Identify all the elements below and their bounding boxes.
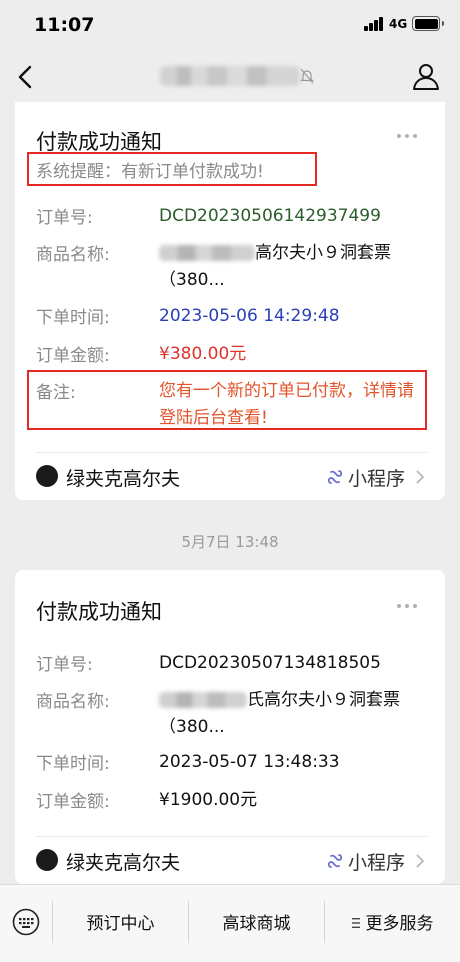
order-number-label: 订单号: xyxy=(36,208,93,228)
mini-program-icon xyxy=(327,854,343,868)
mini-program-label: 小程序 xyxy=(347,852,405,874)
order-number-value: DCD20230507134818505 xyxy=(159,653,381,673)
divider xyxy=(36,836,427,837)
product-name-label: 商品名称: xyxy=(36,245,110,265)
order-amount-value: ¥1900.00元 xyxy=(159,790,258,810)
bottom-menu-bar: 预订中心 高球商城 更多服务 xyxy=(0,884,460,962)
product-name-value: 氏高尔夫小９洞套票 （380... xyxy=(159,687,427,741)
menu-golf-mall[interactable]: 高球商城 xyxy=(189,909,324,934)
product-name-blurred xyxy=(159,245,255,261)
order-amount-label: 订单金额: xyxy=(36,792,110,812)
keyboard-icon[interactable] xyxy=(12,908,40,936)
product-name-label: 商品名称: xyxy=(36,692,110,712)
brand-logo-icon xyxy=(36,849,58,871)
network-label: 4G xyxy=(389,17,408,31)
more-icon[interactable] xyxy=(397,604,421,610)
product-name-line1: 氏高尔夫小９洞套票 xyxy=(247,690,400,710)
mini-program-footer[interactable]: 绿夹克高尔夫 小程序 xyxy=(36,462,427,492)
remark-value: 您有一个新的订单已付款，详情请登陆后台查看! xyxy=(159,381,414,428)
mini-program-footer[interactable]: 绿夹克高尔夫 小程序 xyxy=(36,846,427,876)
order-number-value: DCD20230506142937499 xyxy=(159,206,381,226)
menu-booking-center[interactable]: 预订中心 xyxy=(53,909,188,934)
card-title: 付款成功通知 xyxy=(36,600,162,624)
payment-notification-card[interactable]: 付款成功通知 订单号: DCD20230507134818505 商品名称: 氏… xyxy=(15,570,445,884)
order-time-label: 下单时间: xyxy=(36,754,110,774)
status-bar: 11:07 4G xyxy=(0,0,460,52)
chevron-right-icon xyxy=(416,470,425,484)
mini-program-label: 小程序 xyxy=(347,468,405,490)
profile-icon[interactable] xyxy=(412,62,440,90)
status-time: 11:07 xyxy=(34,14,95,36)
order-amount-value: ¥380.00元 xyxy=(159,344,247,364)
brand-name: 绿夹克高尔夫 xyxy=(66,852,181,874)
nav-bar xyxy=(0,52,460,102)
product-name-line2: （380... xyxy=(159,717,225,737)
signal-icon xyxy=(364,17,384,31)
chat-title-blurred xyxy=(160,66,300,86)
product-name-line2: （380... xyxy=(159,270,225,290)
menu-more-services[interactable]: 更多服务 xyxy=(325,909,460,934)
product-name-line1: 高尔夫小９洞套票 xyxy=(255,243,391,263)
message-timestamp: 5月7日 13:48 xyxy=(181,533,279,551)
remark-label: 备注: xyxy=(36,383,76,403)
product-name-blurred xyxy=(159,692,247,708)
order-amount-label: 订单金额: xyxy=(36,346,110,366)
order-time-value: 2023-05-07 13:48:33 xyxy=(159,752,340,772)
back-icon[interactable] xyxy=(14,62,38,92)
order-time-label: 下单时间: xyxy=(36,308,110,328)
battery-icon xyxy=(412,16,444,31)
submenu-icon xyxy=(351,918,360,928)
brand-name: 绿夹克高尔夫 xyxy=(66,468,181,490)
order-number-label: 订单号: xyxy=(36,655,93,675)
more-icon[interactable] xyxy=(397,134,421,140)
chevron-right-icon xyxy=(416,854,425,868)
mini-program-icon xyxy=(327,470,343,484)
product-name-value: 高尔夫小９洞套票 （380... xyxy=(159,240,427,294)
mute-bell-icon xyxy=(300,68,314,84)
menu-more-services-label: 更多服务 xyxy=(365,914,434,934)
system-notice-text: 系统提醒：有新订单付款成功! xyxy=(36,162,264,182)
brand-logo-icon xyxy=(36,465,58,487)
order-time-value: 2023-05-06 14:29:48 xyxy=(159,306,340,326)
divider xyxy=(36,452,427,453)
payment-notification-card[interactable]: 付款成功通知 系统提醒：有新订单付款成功! 订单号: DCD2023050614… xyxy=(15,102,445,500)
